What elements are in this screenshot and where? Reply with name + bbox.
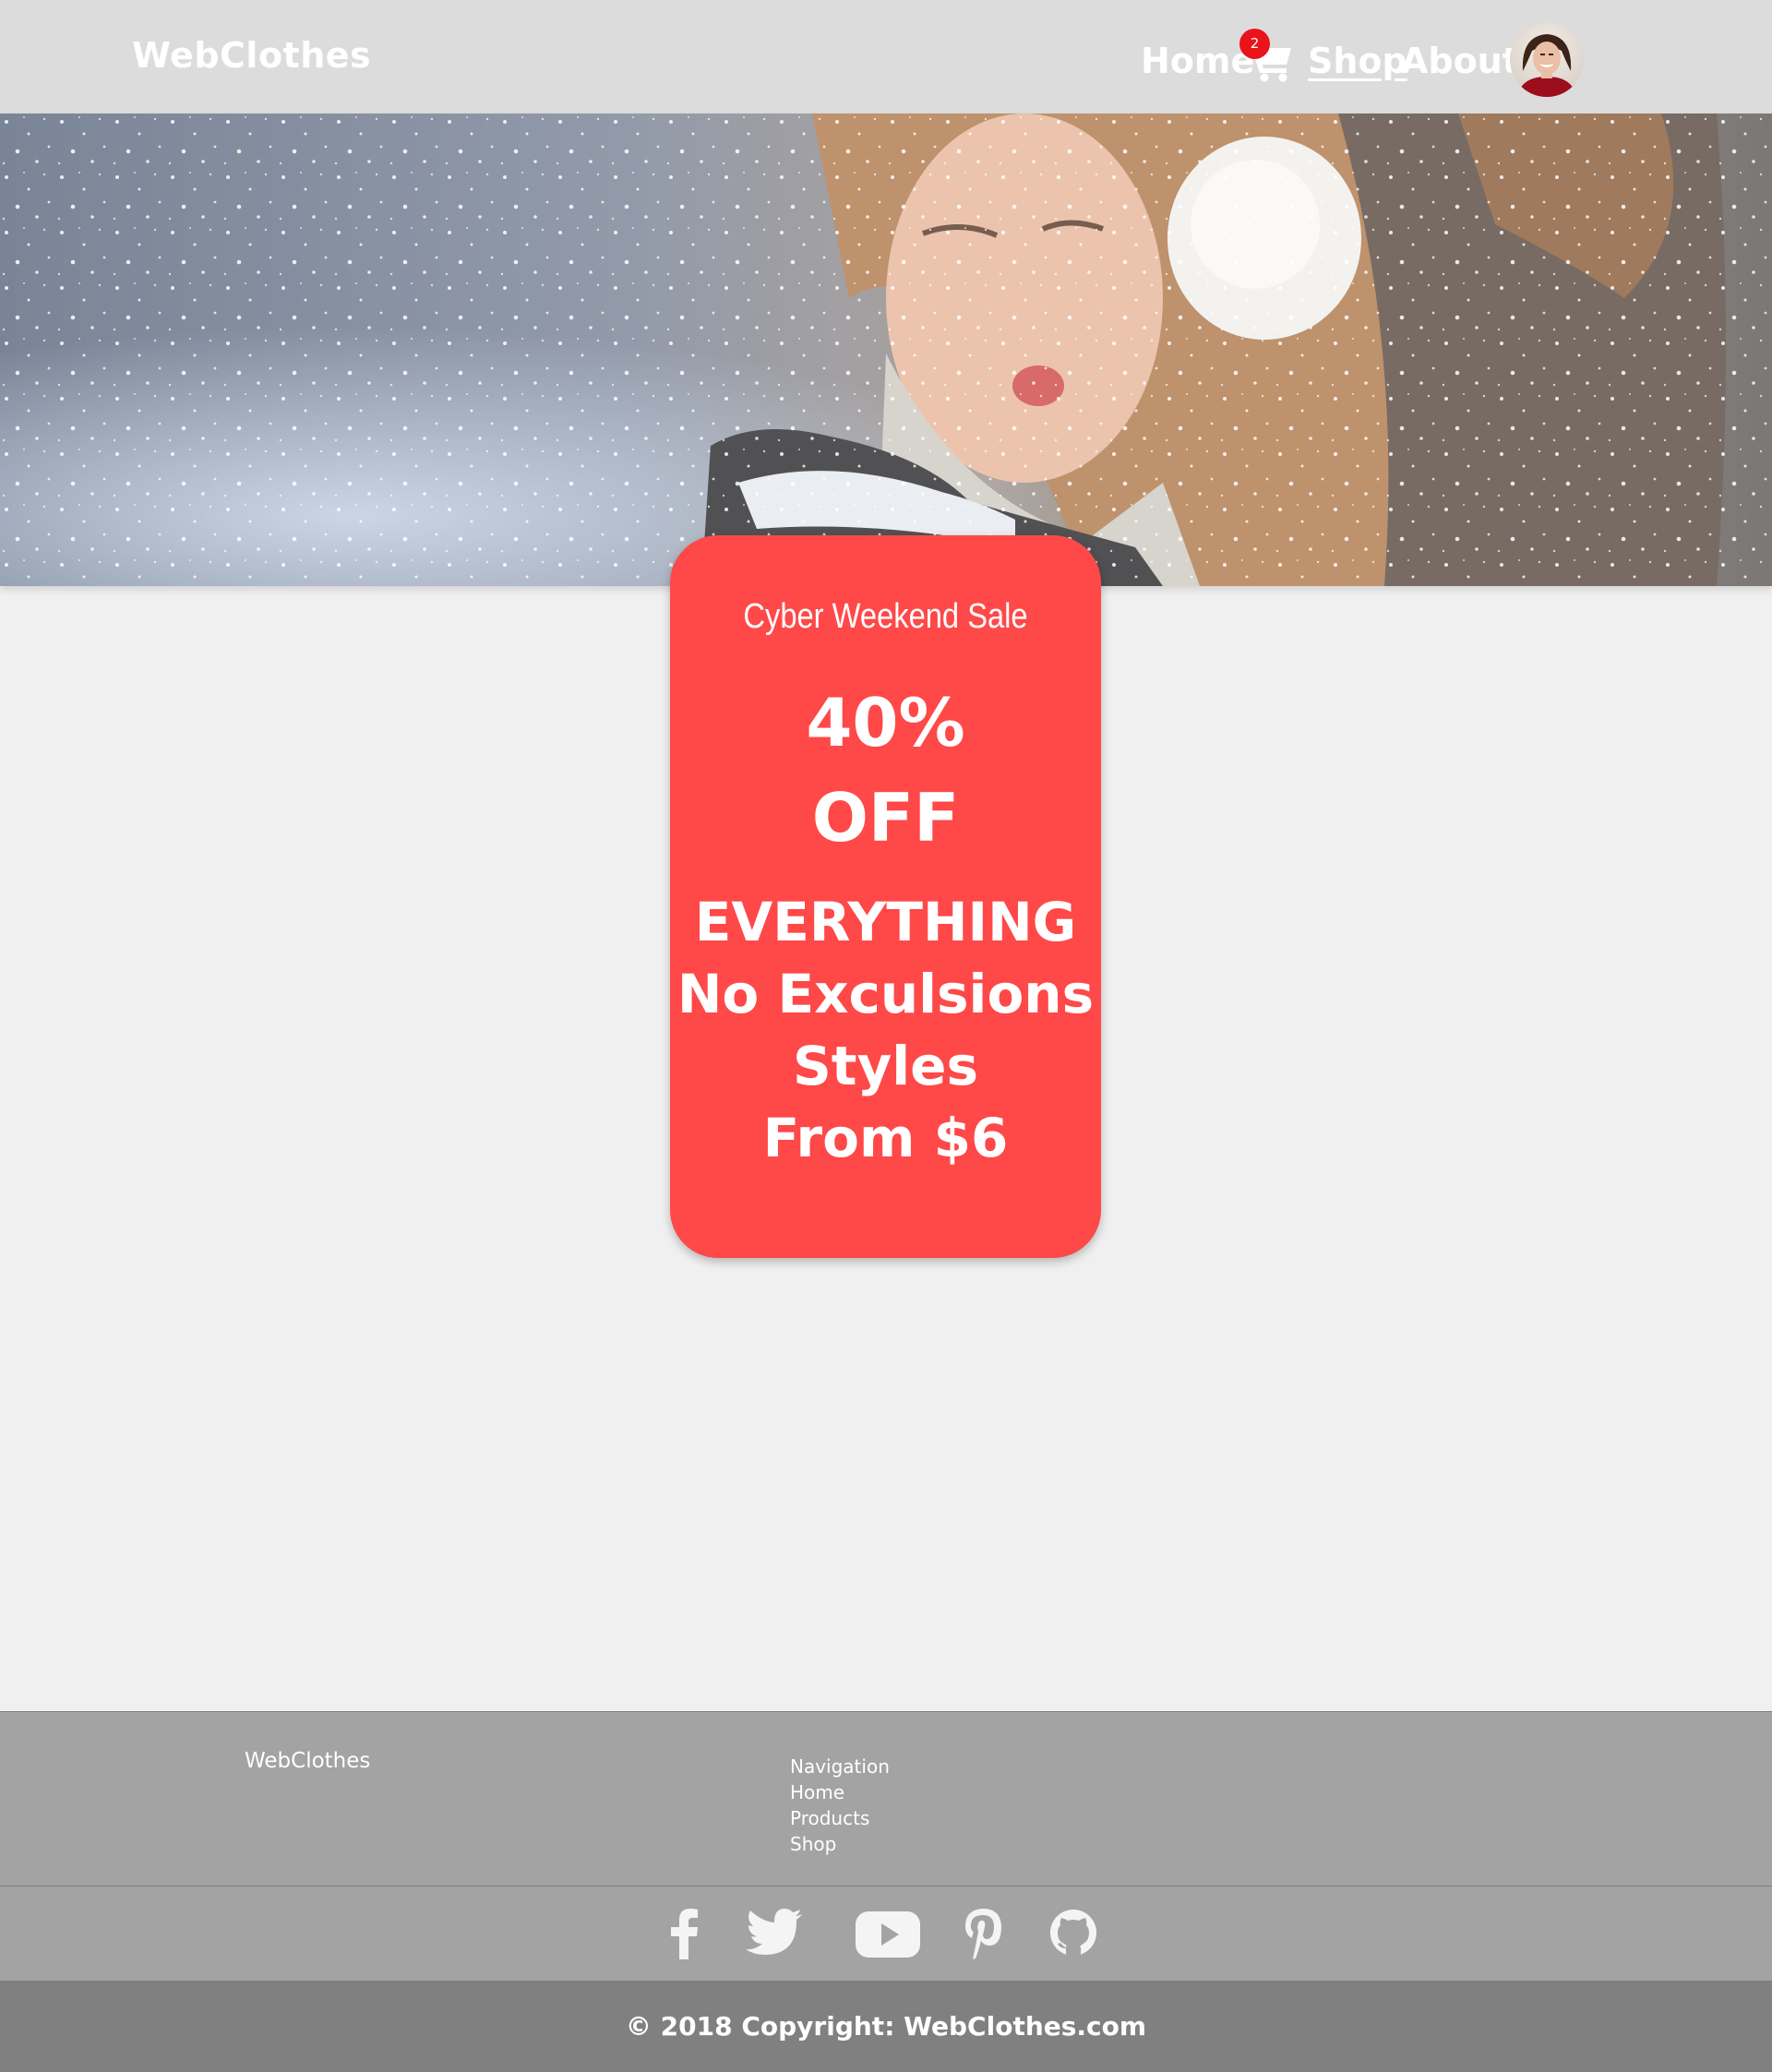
nav-about-link[interactable]: About <box>1401 41 1519 81</box>
copyright-bar: © 2018 Copyright: WebClothes.com <box>0 1982 1772 2072</box>
sale-promo-card[interactable]: Cyber Weekend Sale 40% OFF EVERYTHING No… <box>670 535 1101 1258</box>
promo-title: Cyber Weekend Sale <box>743 597 1028 636</box>
nav-home-link[interactable]: Home <box>1141 41 1254 81</box>
promo-line-styles: Styles <box>792 1035 979 1097</box>
footer-brand: WebClothes <box>245 1749 371 1773</box>
footer-social-bar <box>0 1886 1772 1982</box>
cart-count-badge: 2 <box>1239 29 1270 59</box>
twitter-icon[interactable] <box>746 1909 803 1957</box>
promo-off-label: OFF <box>811 779 960 856</box>
footer-nav-heading: Navigation <box>790 1755 890 1778</box>
avatar-image <box>1510 23 1584 97</box>
page: WebClothes Home 2 Shop About Cyber Weeke… <box>0 0 1772 2072</box>
footer-link-products[interactable]: Products <box>790 1805 890 1831</box>
user-avatar[interactable] <box>1510 23 1584 97</box>
promo-line-everything: EVERYTHING <box>694 891 1077 953</box>
footer-navigation: Navigation Home Products Shop <box>790 1754 890 1857</box>
brand-logo[interactable]: WebClothes <box>132 35 371 76</box>
footer-link-shop[interactable]: Shop <box>790 1831 890 1857</box>
pinterest-icon[interactable] <box>964 1907 1002 1960</box>
hero-banner-image <box>0 114 1772 586</box>
github-icon[interactable] <box>1049 1909 1097 1957</box>
facebook-icon[interactable] <box>668 1908 700 1959</box>
promo-details: EVERYTHING No Exculsions Styles From $6 <box>670 886 1101 1174</box>
footer-links-section: WebClothes Navigation Home Products Shop <box>0 1711 1772 1886</box>
top-navbar: WebClothes Home 2 Shop About <box>0 0 1772 114</box>
promo-discount-percent: 40% <box>806 684 965 761</box>
promo-line-no-exclusions: No Exculsions <box>676 963 1095 1025</box>
nav-shop-link[interactable]: Shop <box>1308 41 1407 81</box>
promo-line-price: From $6 <box>762 1107 1009 1169</box>
youtube-icon[interactable] <box>856 1911 920 1958</box>
footer-link-home[interactable]: Home <box>790 1779 890 1805</box>
